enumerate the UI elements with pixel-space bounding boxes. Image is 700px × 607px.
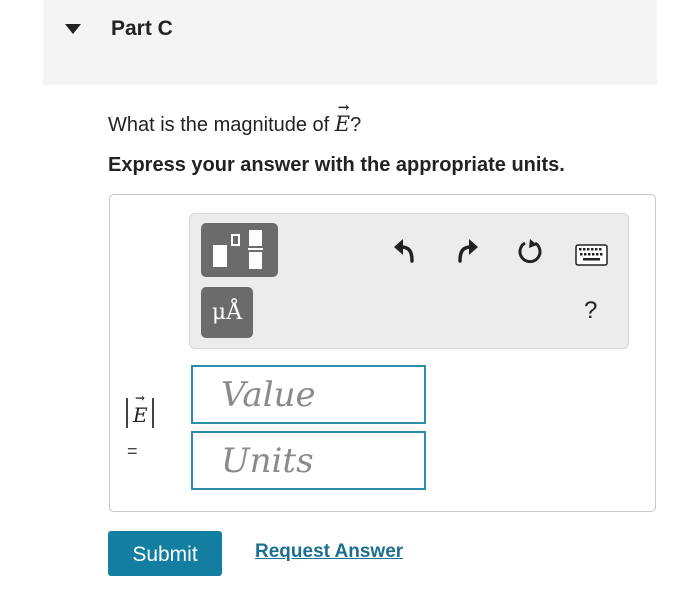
vector-e-symbol: → E (334, 100, 351, 136)
value-input[interactable] (191, 365, 426, 424)
units-icon: μÅ (211, 300, 243, 325)
redo-icon[interactable] (454, 236, 480, 264)
templates-button[interactable] (201, 223, 278, 277)
question-suffix: ? (350, 114, 362, 136)
vector-arrow-icon: → (337, 100, 350, 116)
units-input[interactable] (191, 431, 426, 490)
keyboard-icon[interactable] (575, 244, 608, 266)
magnitude-label: → E (124, 391, 160, 430)
reset-icon[interactable] (515, 237, 545, 267)
question-text: What is the magnitude of → E? (108, 100, 362, 137)
collapse-triangle-icon[interactable] (65, 24, 81, 34)
part-header[interactable] (43, 0, 657, 85)
undo-icon[interactable] (392, 236, 418, 264)
request-answer-link[interactable]: Request Answer (255, 541, 403, 563)
units-button[interactable]: μÅ (201, 287, 253, 338)
question-prefix: What is the magnitude of (108, 114, 335, 136)
answer-instruction: Express your answer with the appropriate… (108, 154, 565, 176)
part-title: Part C (111, 17, 173, 40)
help-icon[interactable]: ? (584, 297, 597, 325)
equals-sign: = (127, 441, 138, 461)
submit-button[interactable]: Submit (108, 531, 222, 576)
